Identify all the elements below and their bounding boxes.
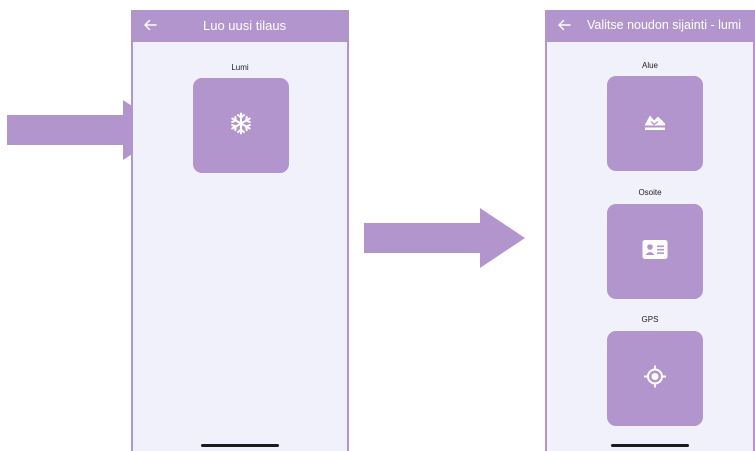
address-card-icon [642, 239, 668, 264]
tile-label-alue: Alue [641, 61, 658, 70]
gps-location-icon [643, 364, 667, 393]
page-title: Valitse noudon sijainti - lumi [587, 18, 742, 32]
snowflake-icon [229, 111, 253, 140]
home-indicator [611, 444, 689, 447]
page-title: Luo uusi tilaus [203, 18, 287, 33]
screen-content: Alue Osoite GPS [547, 42, 753, 451]
phone-screen-create-order: Luo uusi tilaus Lumi [131, 10, 349, 451]
arrow-left-icon[interactable] [141, 16, 159, 34]
flow-diagram-stage: Luo uusi tilaus Lumi Valitse noudon sija… [0, 0, 755, 451]
flow-arrow-middle [364, 208, 525, 268]
tile-lumi-button[interactable] [193, 78, 289, 173]
app-bar: Valitse noudon sijainti - lumi [545, 10, 755, 42]
tile-label-osoite: Osoite [638, 188, 662, 197]
arrow-left-icon[interactable] [555, 16, 573, 34]
tile-gps-button[interactable] [607, 331, 703, 426]
tile-alue-button[interactable] [607, 76, 703, 171]
app-bar: Luo uusi tilaus [131, 10, 349, 42]
phone-screen-pickup-location: Valitse noudon sijainti - lumi Alue Osoi… [545, 10, 755, 451]
tile-label-lumi: Lumi [231, 63, 249, 72]
tile-osoite-button[interactable] [607, 204, 703, 299]
tile-label-gps: GPS [641, 315, 659, 324]
area-map-icon [644, 111, 666, 136]
screen-content: Lumi [133, 42, 347, 451]
home-indicator [201, 444, 279, 447]
